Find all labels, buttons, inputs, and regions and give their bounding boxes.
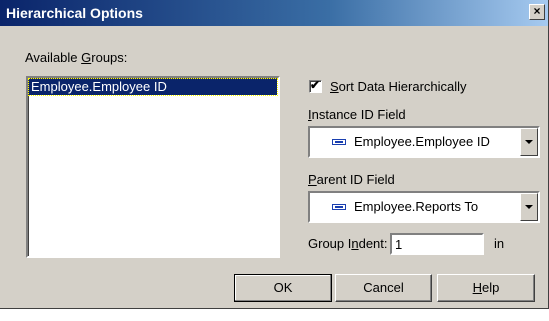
title-bar[interactable]: Hierarchical Options × [0, 0, 548, 26]
sort-data-hierarchically-checkbox[interactable]: ✔ [309, 78, 322, 93]
parent-id-field-label: Parent ID Field [308, 172, 395, 187]
list-item[interactable]: Employee.Employee ID [28, 78, 278, 96]
dropdown-arrow-icon[interactable] [520, 193, 538, 221]
available-groups-listbox[interactable]: Employee.Employee ID [26, 76, 280, 258]
dialog-title: Hierarchical Options [6, 5, 143, 21]
database-field-icon [332, 139, 346, 145]
database-field-icon [332, 204, 346, 210]
ok-button[interactable]: OK [234, 274, 332, 302]
sort-data-hierarchically-label[interactable]: Sort Data Hierarchically [330, 79, 467, 94]
checkmark-icon: ✔ [310, 78, 321, 92]
available-groups-label: Available Groups: [25, 50, 128, 65]
group-indent-label: Group Indent: [308, 236, 388, 251]
help-button[interactable]: Help [437, 274, 535, 302]
group-indent-input[interactable] [390, 233, 484, 255]
instance-id-field-value: Employee.Employee ID [354, 134, 490, 149]
dropdown-arrow-icon[interactable] [520, 128, 538, 156]
close-button[interactable]: × [529, 4, 545, 20]
parent-id-field-value: Employee.Reports To [354, 199, 479, 214]
instance-id-field-combo[interactable]: Employee.Employee ID [308, 126, 540, 158]
instance-id-field-label: Instance ID Field [308, 107, 406, 122]
cancel-button[interactable]: Cancel [335, 274, 432, 302]
group-indent-unit: in [494, 236, 505, 251]
parent-id-field-combo[interactable]: Employee.Reports To [308, 191, 540, 223]
close-icon: × [533, 4, 541, 18]
hierarchical-options-dialog: Hierarchical Options × Available Groups:… [0, 0, 549, 309]
